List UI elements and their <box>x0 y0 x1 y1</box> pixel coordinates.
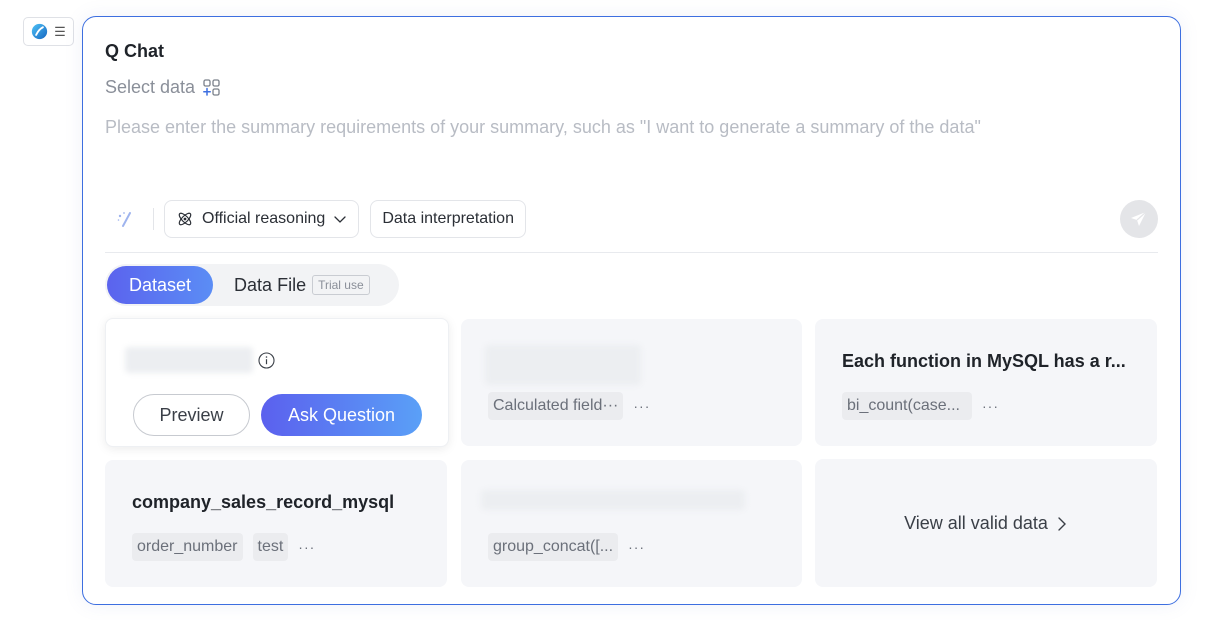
select-data-button[interactable]: Select data <box>105 77 222 98</box>
tab-data-file-label: Data File <box>234 274 307 295</box>
app-logo-icon <box>32 23 48 40</box>
dataset-card[interactable]: group_concat([... ··· <box>461 460 802 587</box>
view-all-link[interactable]: View all valid data <box>815 513 1157 534</box>
blurred-title <box>125 347 253 373</box>
field-tags: order_number test ··· <box>132 533 315 561</box>
field-tag: bi_count(case... <box>842 392 972 420</box>
send-button[interactable] <box>1120 200 1158 238</box>
prompt-input[interactable]: Please enter the summary requirements of… <box>105 117 981 138</box>
dataset-card[interactable]: Preview Ask Question <box>105 318 449 447</box>
chevron-down-icon <box>334 216 346 223</box>
reasoning-label: Official reasoning <box>202 210 326 227</box>
preview-button[interactable]: Preview <box>133 394 250 436</box>
panel-title: Q Chat <box>105 41 165 61</box>
more-fields-icon[interactable]: ··· <box>982 398 999 414</box>
field-tag: Calculated field··· <box>488 392 624 420</box>
atom-icon <box>178 212 192 226</box>
tab-data-file[interactable]: Data File Trial use <box>234 275 370 296</box>
chevron-right-icon <box>1058 516 1066 531</box>
field-tag: order_number <box>132 533 243 561</box>
more-fields-icon[interactable]: ··· <box>298 539 315 555</box>
app-menu-button[interactable]: ☰ <box>23 17 74 46</box>
dataset-title: Each function in MySQL has a r... <box>842 351 1126 371</box>
field-tag: test <box>252 533 289 561</box>
select-data-label: Select data <box>105 77 196 97</box>
info-icon[interactable] <box>258 352 275 369</box>
menu-icon: ☰ <box>54 24 66 39</box>
data-interpretation-label: Data interpretation <box>382 210 514 227</box>
blurred-title <box>485 345 641 385</box>
source-tabs: Dataset Data File Trial use <box>105 264 399 306</box>
toolbar-divider <box>153 208 154 230</box>
dataset-card[interactable]: Calculated field··· ··· <box>461 319 802 446</box>
send-icon <box>1131 211 1147 226</box>
field-tags: group_concat([... ··· <box>488 533 645 561</box>
more-fields-icon[interactable]: ··· <box>633 398 650 414</box>
field-tags: bi_count(case... ··· <box>842 392 999 420</box>
dataset-title: company_sales_record_mysql <box>132 492 395 512</box>
trial-badge: Trial use <box>312 275 370 295</box>
field-tags: Calculated field··· ··· <box>488 392 650 420</box>
view-all-card[interactable]: View all valid data <box>815 459 1157 587</box>
data-interpretation-button[interactable]: Data interpretation <box>370 200 526 238</box>
magic-wand-icon[interactable] <box>105 200 145 238</box>
input-toolbar: Official reasoning Data interpretation <box>105 199 1158 239</box>
more-fields-icon[interactable]: ··· <box>628 539 645 555</box>
add-data-icon <box>203 78 220 96</box>
tab-dataset[interactable]: Dataset <box>107 266 214 304</box>
section-divider <box>105 252 1158 253</box>
chat-panel: Q Chat Select data Please enter the summ… <box>82 16 1181 605</box>
blurred-title <box>481 490 745 510</box>
ask-question-button[interactable]: Ask Question <box>261 394 422 436</box>
dataset-card[interactable]: Each function in MySQL has a r... bi_cou… <box>815 319 1157 446</box>
dataset-card[interactable]: company_sales_record_mysql order_number … <box>105 460 447 587</box>
reasoning-dropdown[interactable]: Official reasoning <box>164 200 360 238</box>
view-all-label: View all valid data <box>904 513 1048 533</box>
field-tag: group_concat([... <box>488 533 619 561</box>
